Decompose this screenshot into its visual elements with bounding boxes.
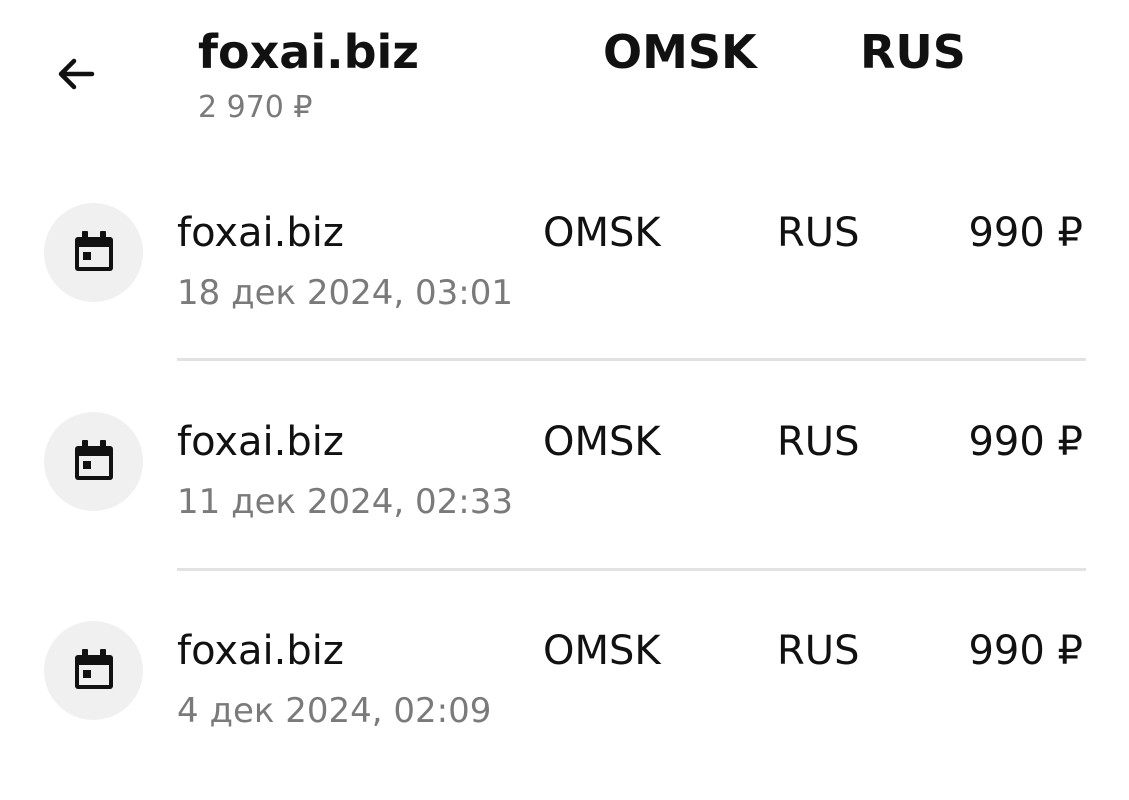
transaction-amount: 990 ₽ — [968, 210, 1083, 256]
transaction-city: OMSK — [543, 419, 661, 465]
transaction-country: RUS — [777, 419, 860, 465]
transaction-city: OMSK — [543, 210, 661, 256]
transaction-merchant: foxai.biz — [177, 419, 344, 465]
transaction-amount: 990 ₽ — [968, 419, 1083, 465]
transaction-country: RUS — [777, 628, 860, 674]
page-title: foxai.biz — [198, 25, 420, 79]
transaction-country: RUS — [777, 210, 860, 256]
header-country: RUS — [860, 25, 966, 79]
transaction-merchant: foxai.biz — [177, 210, 344, 256]
divider — [177, 358, 1086, 361]
header-total: 2 970 ₽ — [198, 90, 313, 125]
transaction-merchant: foxai.biz — [177, 628, 344, 674]
calendar-icon — [44, 621, 143, 720]
transaction-date: 18 дек 2024, 03:01 — [177, 273, 513, 313]
transaction-city: OMSK — [543, 628, 661, 674]
back-button[interactable] — [44, 44, 108, 108]
transaction-date: 11 дек 2024, 02:33 — [177, 482, 513, 522]
transaction-row[interactable]: foxai.biz OMSK RUS 990 ₽ 4 дек 2024, 02:… — [0, 621, 1129, 771]
transaction-row[interactable]: foxai.biz OMSK RUS 990 ₽ 11 дек 2024, 02… — [0, 412, 1129, 562]
calendar-icon — [44, 203, 143, 302]
transaction-row[interactable]: foxai.biz OMSK RUS 990 ₽ 18 дек 2024, 03… — [0, 203, 1129, 353]
transaction-date: 4 дек 2024, 02:09 — [177, 691, 492, 731]
arrow-left-icon — [52, 50, 100, 102]
divider — [177, 568, 1086, 571]
header-city: OMSK — [603, 25, 757, 79]
calendar-icon — [44, 412, 143, 511]
transaction-amount: 990 ₽ — [968, 628, 1083, 674]
